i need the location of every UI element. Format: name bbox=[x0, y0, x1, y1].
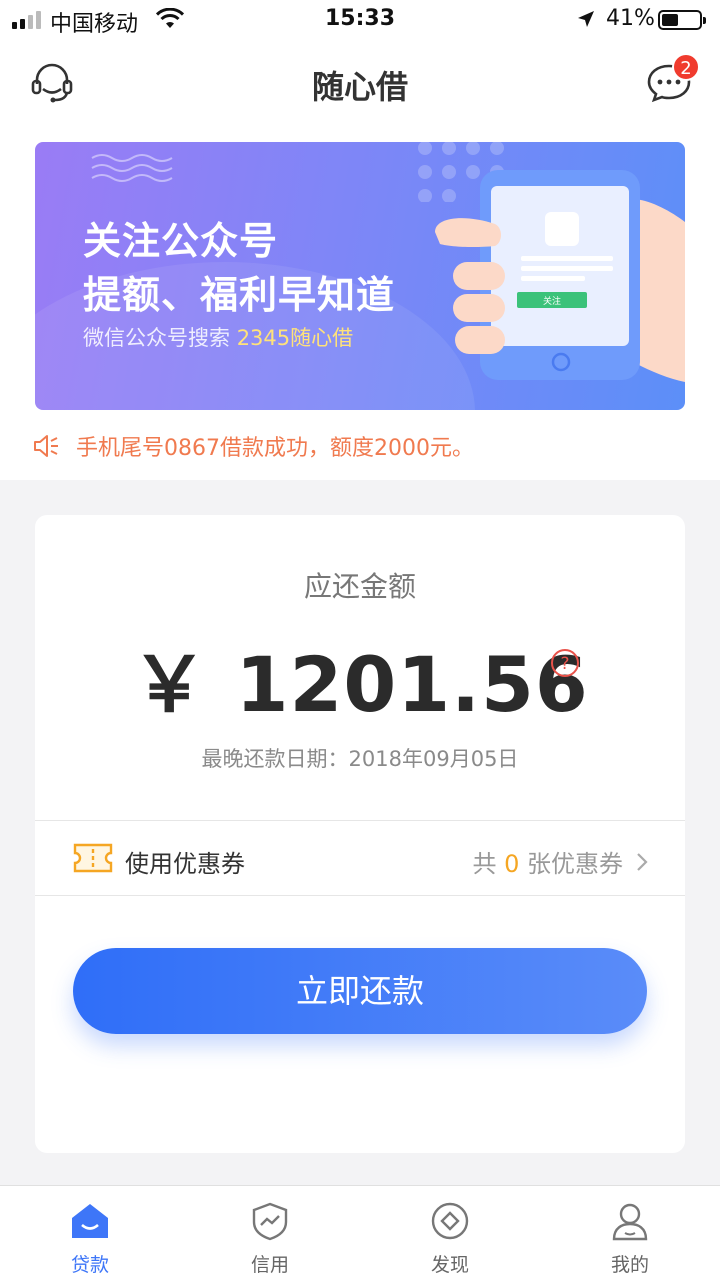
tab-label: 发现 bbox=[430, 1254, 469, 1276]
battery-icon bbox=[658, 10, 706, 30]
amount-row: ￥ 1201.56 bbox=[35, 623, 685, 733]
coupon-count: 共 0 张优惠券 bbox=[472, 850, 623, 878]
wave-decoration bbox=[91, 154, 173, 182]
repay-now-button[interactable]: 立即还款 bbox=[73, 948, 647, 1034]
svg-text:?: ? bbox=[560, 654, 569, 674]
tab-discover[interactable]: 发现 bbox=[360, 1186, 540, 1280]
banner-subtitle-highlight: 2345随心借 bbox=[236, 326, 354, 350]
promo-banner[interactable]: 关注公众号 提额、福利早知道 微信公众号搜索 2345随心借 关注 bbox=[35, 142, 685, 410]
page-title: 随心借 bbox=[311, 68, 408, 106]
chevron-right-icon bbox=[637, 853, 648, 871]
banner-title-line2: 提额、福利早知道 bbox=[83, 272, 396, 317]
tab-credit[interactable]: 信用 bbox=[180, 1186, 360, 1280]
notice-text: 手机尾号0867借款成功，额度2000元。 bbox=[76, 436, 474, 461]
divider bbox=[35, 895, 685, 896]
speaker-icon bbox=[34, 435, 58, 457]
help-icon[interactable]: ? bbox=[550, 648, 580, 678]
battery-percent: 41% bbox=[606, 6, 655, 31]
coupon-row[interactable]: 使用优惠券 共 0 张优惠券 bbox=[35, 820, 685, 896]
tab-loan[interactable]: 贷款 bbox=[0, 1186, 180, 1280]
banner-title-line1: 关注公众号 bbox=[83, 218, 279, 263]
loan-notice: 手机尾号0867借款成功，额度2000元。 bbox=[32, 428, 474, 464]
amount-due-label: 应还金额 bbox=[303, 570, 416, 603]
message-count-badge: 2 bbox=[672, 53, 700, 81]
home-icon bbox=[72, 1204, 108, 1238]
amount-due-value: ￥ 1201.56 bbox=[131, 640, 589, 729]
coupon-icon bbox=[73, 843, 113, 873]
due-date: 最晚还款日期：2018年09月05日 bbox=[201, 747, 519, 771]
tab-label: 信用 bbox=[250, 1254, 289, 1276]
app-header: 随心借 bbox=[0, 44, 720, 120]
tab-label: 贷款 bbox=[70, 1254, 109, 1276]
banner-subtitle: 微信公众号搜索 2345随心借 bbox=[83, 326, 354, 350]
location-icon bbox=[578, 11, 594, 27]
coupon-label: 使用优惠券 bbox=[125, 850, 245, 878]
tab-mine[interactable]: 我的 bbox=[540, 1186, 720, 1280]
user-icon bbox=[612, 1203, 648, 1241]
phone-in-hand-illustration: 关注 bbox=[435, 170, 685, 382]
coupon-count-number: 0 bbox=[504, 850, 520, 878]
shield-chart-icon bbox=[252, 1202, 288, 1241]
repayment-card: 应还金额 ￥ 1201.56 ? 最晚还款日期：2018年09月05日 使用优惠… bbox=[35, 515, 685, 1153]
status-bar: 中国移动 15:33 41% bbox=[0, 0, 720, 40]
bottom-tab-bar: 贷款 信用 发现 我的 bbox=[0, 1185, 720, 1280]
tab-label: 我的 bbox=[610, 1254, 649, 1276]
compass-icon bbox=[431, 1202, 469, 1240]
svg-text:关注: 关注 bbox=[543, 295, 561, 307]
